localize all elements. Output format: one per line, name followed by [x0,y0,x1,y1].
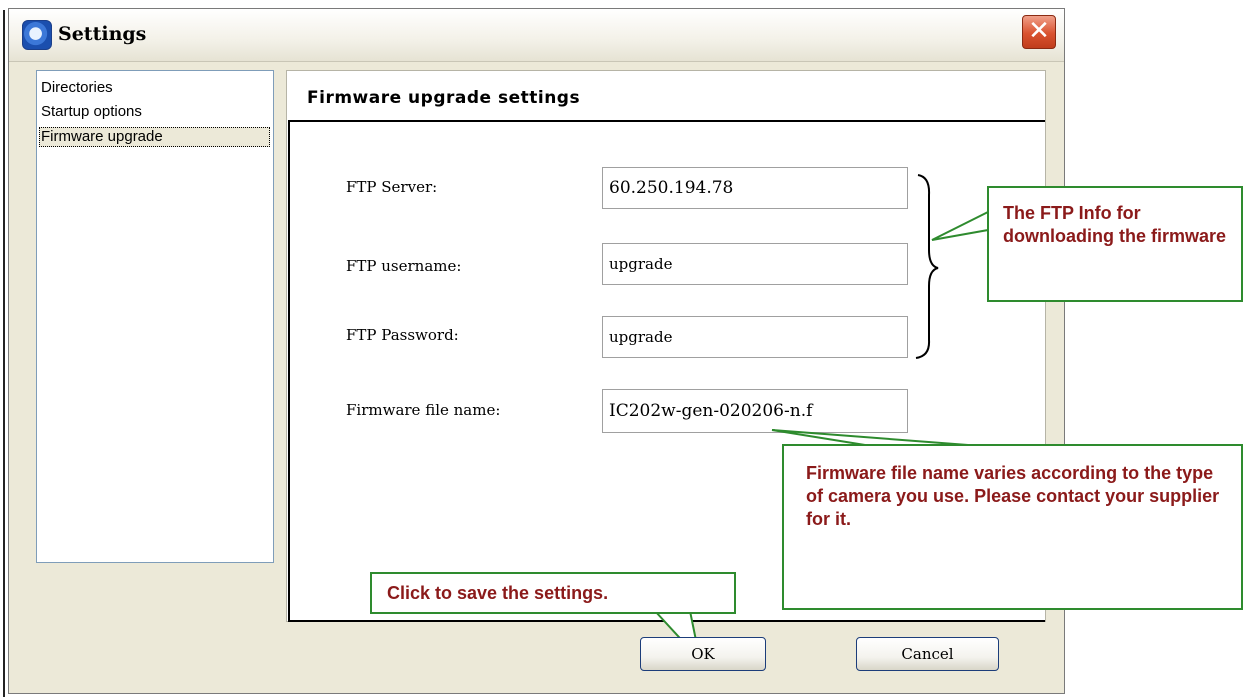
cancel-button[interactable]: Cancel [856,637,999,671]
save-settings-callout: Click to save the settings. [370,572,736,614]
brace-mark [915,174,939,359]
ftp-info-callout: The FTP Info for downloading the firmwar… [987,186,1243,302]
firmware-name-callout: Firmware file name varies according to t… [782,444,1243,610]
ftp-callout-pointer [931,210,989,241]
firmware-callout-pointer [771,429,969,446]
ok-button[interactable]: OK [640,637,766,671]
